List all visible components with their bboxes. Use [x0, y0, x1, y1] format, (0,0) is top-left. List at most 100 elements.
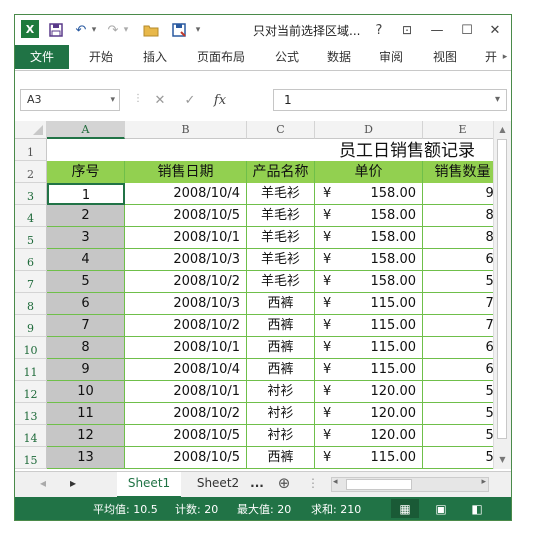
tab-view[interactable]: 视图	[427, 45, 463, 69]
date-cell[interactable]: 2008/10/1	[125, 381, 247, 403]
open-folder-icon[interactable]	[141, 21, 161, 39]
date-cell[interactable]: 2008/10/4	[125, 359, 247, 381]
qty-cell[interactable]: 57	[423, 271, 493, 293]
seq-cell[interactable]: 9	[47, 359, 125, 381]
status-max[interactable]: 最大值: 20	[237, 501, 291, 517]
status-count[interactable]: 计数: 20	[175, 501, 218, 517]
page-break-view-icon[interactable]: ◧	[463, 499, 491, 518]
row-header-10[interactable]: 10	[15, 337, 47, 359]
normal-view-icon[interactable]: ▦	[391, 499, 419, 518]
prev-sheet-icon[interactable]: ◂	[35, 472, 51, 496]
maximize-icon[interactable]: ☐	[457, 21, 477, 39]
tab-splitter-icon[interactable]: ⋮	[307, 472, 319, 496]
qty-cell[interactable]: 59	[423, 403, 493, 425]
worksheet-grid[interactable]: A B C D E 1 2 3 4 5 6 7 8 9 10 11 12 13 14 15 员工日销售额记录 序号 销售日期…	[15, 121, 493, 469]
qty-cell[interactable]: 59	[423, 381, 493, 403]
seq-cell[interactable]: 1	[47, 183, 125, 205]
seq-cell[interactable]: 13	[47, 447, 125, 469]
row-header-8[interactable]: 8	[15, 293, 47, 315]
date-cell[interactable]: 2008/10/3	[125, 293, 247, 315]
seq-cell[interactable]: 11	[47, 403, 125, 425]
row-header-13[interactable]: 13	[15, 403, 47, 425]
column-header-c[interactable]: C	[247, 121, 315, 139]
minimize-icon[interactable]: —	[427, 21, 447, 39]
price-cell[interactable]: ¥120.00	[315, 381, 423, 403]
qty-cell[interactable]: 65	[423, 359, 493, 381]
tab-page-layout[interactable]: 页面布局	[191, 45, 251, 69]
product-cell[interactable]: 西裤	[247, 447, 315, 469]
tab-home[interactable]: 开始	[83, 45, 119, 69]
row-header-4[interactable]: 4	[15, 205, 47, 227]
qty-cell[interactable]: 80	[423, 227, 493, 249]
product-cell[interactable]: 羊毛衫	[247, 271, 315, 293]
more-sheets-button[interactable]: ...	[247, 472, 267, 496]
price-cell[interactable]: ¥120.00	[315, 403, 423, 425]
column-header-d[interactable]: D	[315, 121, 423, 139]
tab-review[interactable]: 审阅	[373, 45, 409, 69]
date-cell[interactable]: 2008/10/2	[125, 271, 247, 293]
new-sheet-icon[interactable]: ⊕	[273, 472, 295, 496]
seq-cell[interactable]: 12	[47, 425, 125, 447]
splitter-icon[interactable]: ⋮	[133, 93, 143, 104]
tab-formulas[interactable]: 公式	[269, 45, 305, 69]
row-header-3[interactable]: 3	[15, 183, 47, 205]
undo-dropdown-icon[interactable]: ▾	[89, 21, 99, 39]
price-cell[interactable]: ¥115.00	[315, 293, 423, 315]
status-sum[interactable]: 求和: 210	[311, 501, 361, 517]
expand-formula-icon[interactable]: ▾	[495, 90, 500, 110]
price-cell[interactable]: ¥115.00	[315, 337, 423, 359]
scroll-up-icon[interactable]: ▲	[494, 123, 511, 137]
row-header-1[interactable]: 1	[15, 139, 47, 161]
cancel-icon[interactable]: ✕	[145, 93, 175, 108]
price-cell[interactable]: ¥158.00	[315, 205, 423, 227]
product-cell[interactable]: 羊毛衫	[247, 249, 315, 271]
date-cell[interactable]: 2008/10/5	[125, 205, 247, 227]
tab-data[interactable]: 数据	[321, 45, 357, 69]
qty-cell[interactable]: 77	[423, 293, 493, 315]
ribbon-scroll-icon[interactable]: ▸	[499, 45, 511, 69]
date-cell[interactable]: 2008/10/4	[125, 183, 247, 205]
qty-cell[interactable]: 58	[423, 447, 493, 469]
date-cell[interactable]: 2008/10/2	[125, 403, 247, 425]
seq-cell[interactable]: 8	[47, 337, 125, 359]
seq-cell[interactable]: 6	[47, 293, 125, 315]
product-cell[interactable]: 西裤	[247, 315, 315, 337]
help-icon[interactable]: ?	[369, 21, 389, 39]
product-cell[interactable]: 羊毛衫	[247, 183, 315, 205]
horizontal-scrollbar[interactable]: ◂ ▸	[331, 477, 489, 492]
status-average[interactable]: 平均值: 10.5	[93, 501, 158, 517]
product-cell[interactable]: 衬衫	[247, 403, 315, 425]
date-cell[interactable]: 2008/10/1	[125, 337, 247, 359]
table-header-cell[interactable]: 产品名称	[247, 161, 315, 183]
save-icon[interactable]	[45, 21, 67, 39]
page-layout-view-icon[interactable]: ▣	[427, 499, 455, 518]
column-header-b[interactable]: B	[125, 121, 247, 139]
row-header-2[interactable]: 2	[15, 161, 47, 183]
formula-input[interactable]: 1 ▾	[273, 89, 507, 111]
qty-cell[interactable]: 74	[423, 315, 493, 337]
price-cell[interactable]: ¥115.00	[315, 447, 423, 469]
product-cell[interactable]: 西裤	[247, 337, 315, 359]
tab-file[interactable]: 文件	[15, 45, 69, 69]
price-cell[interactable]: ¥158.00	[315, 271, 423, 293]
row-header-7[interactable]: 7	[15, 271, 47, 293]
next-sheet-icon[interactable]: ▸	[65, 472, 81, 496]
enter-icon[interactable]: ✓	[175, 93, 205, 108]
product-cell[interactable]: 西裤	[247, 293, 315, 315]
date-cell[interactable]: 2008/10/5	[125, 447, 247, 469]
vertical-scrollbar[interactable]: ▲ ▼	[493, 121, 511, 469]
seq-cell[interactable]: 7	[47, 315, 125, 337]
select-all-corner[interactable]	[15, 121, 47, 139]
price-cell[interactable]: ¥158.00	[315, 249, 423, 271]
ribbon-display-icon[interactable]: ⊡	[397, 21, 417, 39]
name-box-dropdown-icon[interactable]: ▾	[110, 90, 115, 110]
price-cell[interactable]: ¥158.00	[315, 227, 423, 249]
column-header-e[interactable]: E	[423, 121, 493, 139]
price-cell[interactable]: ¥115.00	[315, 359, 423, 381]
product-cell[interactable]: 西裤	[247, 359, 315, 381]
qty-cell[interactable]: 69	[423, 249, 493, 271]
undo-icon[interactable]: ↶	[73, 21, 89, 39]
sheet-title[interactable]: 员工日销售额记录	[339, 140, 475, 162]
row-header-9[interactable]: 9	[15, 315, 47, 337]
product-cell[interactable]: 羊毛衫	[247, 205, 315, 227]
